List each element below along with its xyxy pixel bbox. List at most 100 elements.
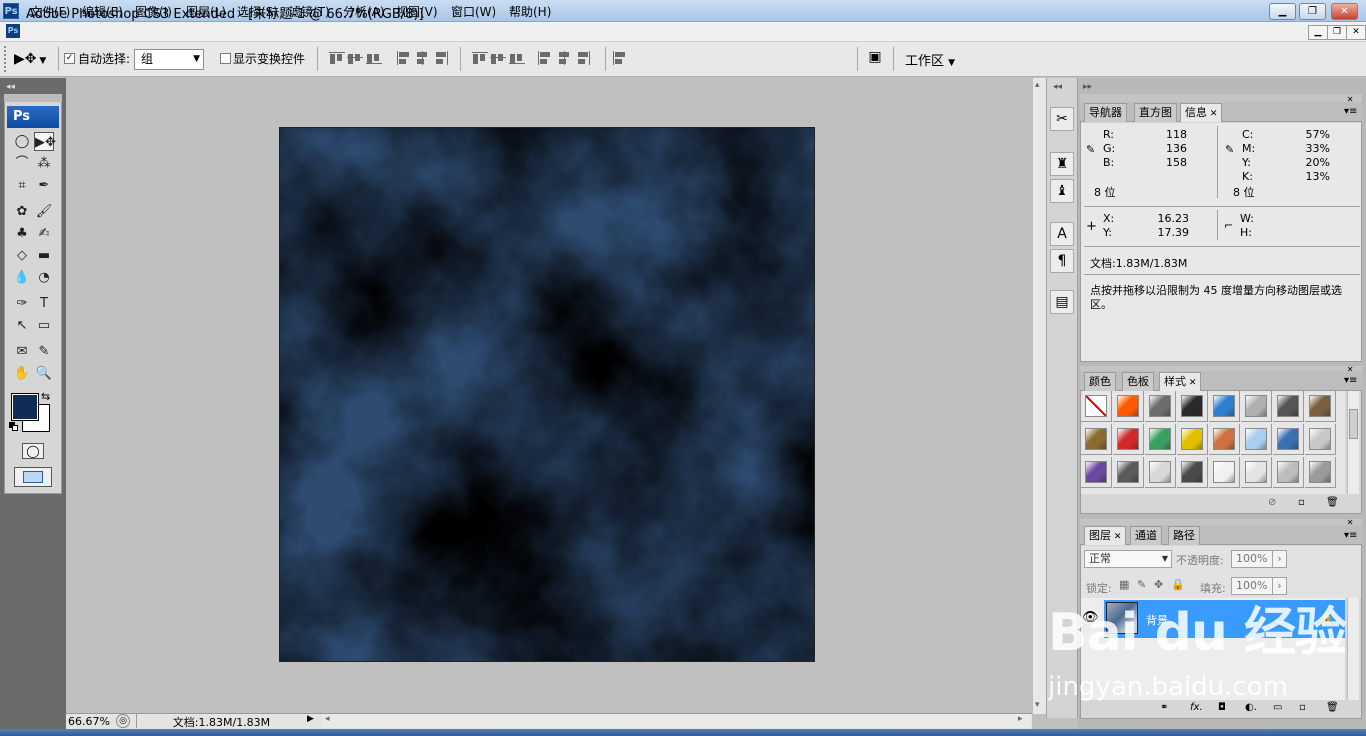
move-icon[interactable]: ▶✥ <box>34 132 56 151</box>
eyedropper-icon[interactable]: ✎ <box>34 342 54 361</box>
style-swatch[interactable] <box>1241 457 1272 488</box>
horizontal-scrollbar[interactable] <box>322 714 1030 728</box>
style-swatch[interactable] <box>1113 424 1144 455</box>
style-swatch[interactable] <box>1081 457 1112 488</box>
style-swatch[interactable] <box>1209 457 1240 488</box>
toolbox-grip[interactable] <box>4 94 62 102</box>
move-tool-preset-picker[interactable]: ▶✥ ▼ <box>14 48 56 70</box>
style-swatch[interactable] <box>1305 457 1336 488</box>
scroll-right-icon[interactable]: ▸ <box>1018 714 1023 724</box>
history-brush-icon[interactable]: ✍ <box>34 224 54 243</box>
new-layer-icon[interactable]: ▫ <box>1299 702 1306 713</box>
tab-通道[interactable]: 通道 <box>1130 526 1162 545</box>
style-swatch[interactable] <box>1209 424 1240 455</box>
align-bottom-icon[interactable] <box>366 51 382 65</box>
menu-item[interactable]: 滤镜(T) <box>289 3 330 20</box>
style-swatch[interactable] <box>1177 424 1208 455</box>
layers-scrollbar[interactable] <box>1347 598 1359 700</box>
style-swatch[interactable] <box>1241 391 1272 422</box>
app-icon[interactable]: Ps <box>3 3 19 19</box>
screen-mode-icon[interactable] <box>14 467 52 487</box>
pen-icon[interactable]: ✑ <box>12 294 32 313</box>
menu-item[interactable]: 视图(V) <box>396 3 438 20</box>
vertical-scrollbar[interactable] <box>1032 78 1046 714</box>
doc-restore-button[interactable]: ❐ <box>1327 25 1347 40</box>
auto-select-checkbox[interactable]: ✓ <box>64 53 75 64</box>
menu-item[interactable]: 分析(A) <box>343 3 385 20</box>
expand-icon[interactable]: ▸▸ <box>1083 82 1092 92</box>
zoom-level[interactable]: 66.67% <box>68 715 110 728</box>
style-swatch[interactable] <box>1273 457 1304 488</box>
lasso-icon[interactable]: ⌒ <box>12 154 32 173</box>
style-swatch[interactable] <box>1113 391 1144 422</box>
swap-colors-icon[interactable]: ⇆ <box>41 390 50 403</box>
clear-style-icon[interactable]: ⊘ <box>1268 497 1276 508</box>
new-style-icon[interactable]: ▫ <box>1298 497 1305 508</box>
style-swatch[interactable] <box>1305 391 1336 422</box>
scroll-up-icon[interactable]: ▴ <box>1035 80 1040 90</box>
align-left-icon[interactable] <box>396 51 412 65</box>
style-swatch[interactable] <box>1081 424 1112 455</box>
style-swatch[interactable] <box>1273 391 1304 422</box>
path-select-icon[interactable]: ↖ <box>12 316 32 335</box>
tab-路径[interactable]: 路径 <box>1168 526 1200 545</box>
style-swatch[interactable] <box>1113 457 1144 488</box>
tab-直方图[interactable]: 直方图 <box>1134 103 1177 122</box>
distribute-hcenter-icon[interactable] <box>556 51 572 65</box>
document-canvas[interactable] <box>279 127 815 662</box>
trash-icon[interactable]: 🗑 <box>1326 497 1339 508</box>
scroll-left-icon[interactable]: ◂ <box>325 714 330 724</box>
style-swatch[interactable] <box>1273 424 1304 455</box>
styles-scrollbar[interactable] <box>1347 391 1359 494</box>
trash-icon[interactable]: 🗑 <box>1326 702 1339 713</box>
style-swatch[interactable] <box>1305 424 1336 455</box>
style-swatch[interactable] <box>1241 424 1272 455</box>
tool-presets-icon[interactable]: ✂ <box>1050 107 1074 131</box>
menu-item[interactable]: 图像(I) <box>135 3 172 20</box>
status-menu-icon[interactable]: ▶ <box>307 714 319 728</box>
distribute-top-icon[interactable] <box>472 51 488 65</box>
style-swatch[interactable] <box>1177 391 1208 422</box>
zoom-icon[interactable]: 🔍 <box>34 364 54 383</box>
menu-item[interactable]: 文件(F) <box>30 3 70 20</box>
show-transform-checkbox[interactable] <box>220 53 231 64</box>
gradient-icon[interactable]: ▬ <box>34 246 54 265</box>
shape-icon[interactable]: ▭ <box>34 316 54 335</box>
eyedropper-icon[interactable]: ✎ <box>1086 143 1095 156</box>
opacity-slider-button[interactable]: › <box>1272 550 1287 568</box>
foreground-color-swatch[interactable] <box>11 393 39 421</box>
close-tab-icon[interactable]: ✕ <box>1207 109 1218 119</box>
scroll-down-icon[interactable]: ▾ <box>1035 700 1040 710</box>
align-vcenter-icon[interactable] <box>347 51 363 65</box>
style-swatch[interactable] <box>1145 391 1176 422</box>
collapse-icon[interactable]: ◂◂ <box>1053 82 1062 92</box>
menu-item[interactable]: 窗口(W) <box>451 3 496 20</box>
close-button[interactable]: ✕ <box>1331 3 1358 20</box>
adjustment-layer-icon[interactable]: ◐. <box>1245 702 1257 713</box>
hand-icon[interactable]: ✋ <box>12 364 32 383</box>
type-icon[interactable]: T <box>34 294 54 313</box>
collapse-icon[interactable]: ◂◂ <box>6 82 15 92</box>
style-swatch[interactable] <box>1209 391 1240 422</box>
paragraph-icon[interactable]: ¶ <box>1050 249 1074 273</box>
link-layers-icon[interactable]: ⚭ <box>1160 702 1168 713</box>
menu-item[interactable]: 选择(S) <box>237 3 278 20</box>
style-swatch[interactable] <box>1145 424 1176 455</box>
align-hcenter-icon[interactable] <box>414 51 430 65</box>
brushes-icon[interactable]: ♜ <box>1050 152 1074 176</box>
opacity-input[interactable]: 100% <box>1231 550 1273 568</box>
auto-align-icon[interactable] <box>612 51 628 65</box>
layer-mask-icon[interactable]: ◘ <box>1218 702 1226 713</box>
doc-minimize-button[interactable]: ▁ <box>1308 25 1328 40</box>
tab-图层[interactable]: 图层 ✕ <box>1084 526 1127 545</box>
panel-menu-icon[interactable]: ▾≡ <box>1344 530 1357 541</box>
bridge-icon[interactable]: ▣ <box>864 49 886 69</box>
close-tab-icon[interactable]: ✕ <box>1111 532 1122 542</box>
close-tab-icon[interactable]: ✕ <box>1186 378 1197 388</box>
tab-样式[interactable]: 样式 ✕ <box>1159 372 1202 391</box>
menu-item[interactable]: 帮助(H) <box>509 3 551 20</box>
distribute-left-icon[interactable] <box>537 51 553 65</box>
doc-close-button[interactable]: ✕ <box>1346 25 1366 40</box>
tab-信息[interactable]: 信息 ✕ <box>1180 103 1223 122</box>
document-icon[interactable]: Ps <box>6 24 20 38</box>
